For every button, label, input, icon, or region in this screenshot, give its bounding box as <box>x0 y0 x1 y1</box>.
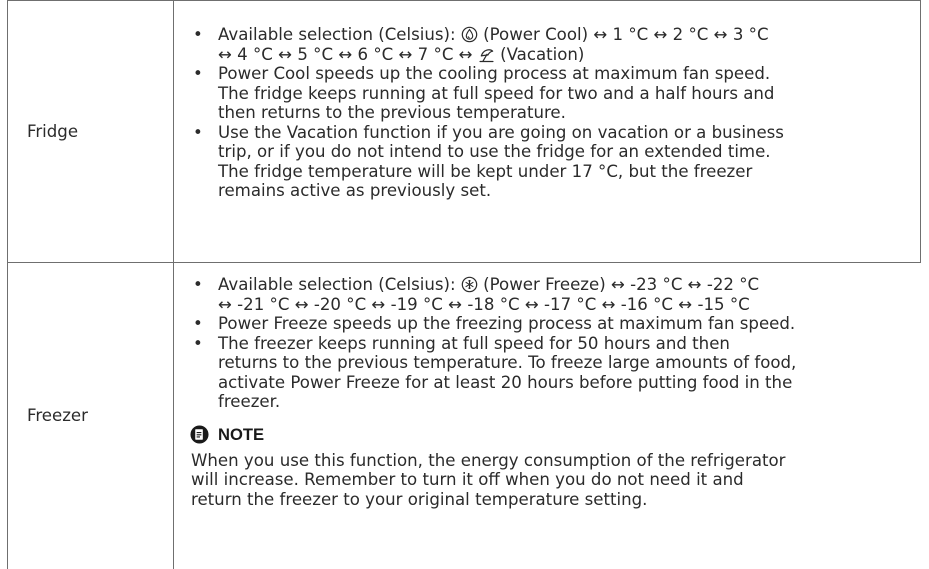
text-line: trip, or if you do not intend to use the… <box>218 142 912 162</box>
fridge-label: Fridge <box>8 1 174 262</box>
text-segment: The fridge keeps running at full speed f… <box>218 83 775 103</box>
fridge-bullet-item: • Use the Vacation function if you are go… <box>187 123 912 201</box>
text-segment: returns to the previous temperature. To … <box>218 353 797 372</box>
freezer-bullet-item: • The freezer keeps running at full speed… <box>187 334 913 412</box>
bullet-marker: • <box>193 333 203 353</box>
text-segment: Available selection (Celsius): <box>218 25 461 44</box>
settings-table: Fridge • Available selection (Celsius): (… <box>7 0 921 569</box>
bullet-marker: • <box>193 275 203 294</box>
freezer-label: Freezer <box>8 262 174 569</box>
power-cool-icon <box>461 26 478 43</box>
text-segment: Power Freeze speeds up the freezing proc… <box>218 314 796 333</box>
note-line: return the freezer to your original temp… <box>191 489 648 509</box>
text-line: Available selection (Celsius): (Power Co… <box>218 25 912 45</box>
bullet-marker: • <box>193 25 203 44</box>
freezer-bullet-list: • Available selection (Celsius): (Power F… <box>187 275 913 412</box>
fridge-bullet-item: • Power Cool speeds up the cooling proces… <box>187 64 912 123</box>
note-text: When you use this function, the energy c… <box>187 451 913 510</box>
text-segment: freezer. <box>218 392 281 411</box>
note-line: When you use this function, the energy c… <box>191 450 786 470</box>
fridge-bullet-item: • Available selection (Celsius): (Power C… <box>187 25 912 64</box>
text-line: The freezer keeps running at full speed … <box>218 334 913 354</box>
power-freeze-icon <box>461 276 478 293</box>
text-line: activate Power Freeze for at least 20 ho… <box>218 373 913 393</box>
text-segment: Available selection (Celsius): <box>218 275 461 294</box>
text-segment: remains active as previously set. <box>218 181 492 200</box>
text-line: The fridge temperature will be kept unde… <box>218 162 912 182</box>
bullet-marker: • <box>193 314 203 333</box>
vacation-icon <box>478 46 495 63</box>
text-segment: Power Cool speeds up the cooling process… <box>218 64 771 83</box>
text-line: Use the Vacation function if you are goi… <box>218 123 912 143</box>
fridge-row: Fridge • Available selection (Celsius): (… <box>7 0 921 263</box>
note-heading: NOTE <box>187 425 913 445</box>
freezer-content: • Available selection (Celsius): (Power F… <box>174 262 921 569</box>
text-segment: activate Power Freeze for at least 20 ho… <box>218 372 793 392</box>
text-segment: trip, or if you do not intend to use the… <box>218 142 771 161</box>
text-segment: Use the Vacation function if you are goi… <box>218 122 784 142</box>
fridge-bullet-list: • Available selection (Celsius): (Power C… <box>187 25 912 201</box>
text-line: freezer. <box>218 392 913 412</box>
text-line: Available selection (Celsius): (Power Fr… <box>218 275 913 295</box>
bullet-marker: • <box>193 122 203 142</box>
text-segment: (Power Freeze) ↔ -23 °C ↔ -22 °C <box>477 275 760 294</box>
note-heading-label: NOTE <box>218 424 265 444</box>
text-segment: (Vacation) <box>494 44 585 64</box>
note-line: will increase. Remember to turn it off w… <box>191 470 744 489</box>
text-line: ↔ -21 °C ↔ -20 °C ↔ -19 °C ↔ -18 °C ↔ -1… <box>218 295 913 315</box>
text-line: returns to the previous temperature. To … <box>218 353 913 373</box>
text-segment: The freezer keeps running at full speed … <box>218 333 730 353</box>
text-line: ↔ 4 °C ↔ 5 °C ↔ 6 °C ↔ 7 °C ↔ (Vacation) <box>218 45 912 65</box>
text-line: remains active as previously set. <box>218 181 912 201</box>
text-line: Power Freeze speeds up the freezing proc… <box>218 314 913 334</box>
freezer-bullet-item: • Power Freeze speeds up the freezing pro… <box>187 314 913 334</box>
text-segment: ↔ 4 °C ↔ 5 °C ↔ 6 °C ↔ 7 °C ↔ <box>218 44 478 64</box>
text-segment: The fridge temperature will be kept unde… <box>218 161 753 181</box>
freezer-row: Freezer • Available selection (Celsius): … <box>7 262 921 569</box>
text-line: then returns to the previous temperature… <box>218 103 912 123</box>
note-icon <box>190 425 209 444</box>
bullet-marker: • <box>193 64 203 83</box>
text-line: The fridge keeps running at full speed f… <box>218 84 912 104</box>
text-segment: (Power Cool) ↔ 1 °C ↔ 2 °C ↔ 3 °C <box>477 25 769 44</box>
fridge-content: • Available selection (Celsius): (Power C… <box>174 1 920 262</box>
text-line: Power Cool speeds up the cooling process… <box>218 64 912 84</box>
text-segment: then returns to the previous temperature… <box>218 103 566 122</box>
text-segment: ↔ -21 °C ↔ -20 °C ↔ -19 °C ↔ -18 °C ↔ -1… <box>218 294 750 314</box>
freezer-bullet-item: • Available selection (Celsius): (Power F… <box>187 275 913 314</box>
